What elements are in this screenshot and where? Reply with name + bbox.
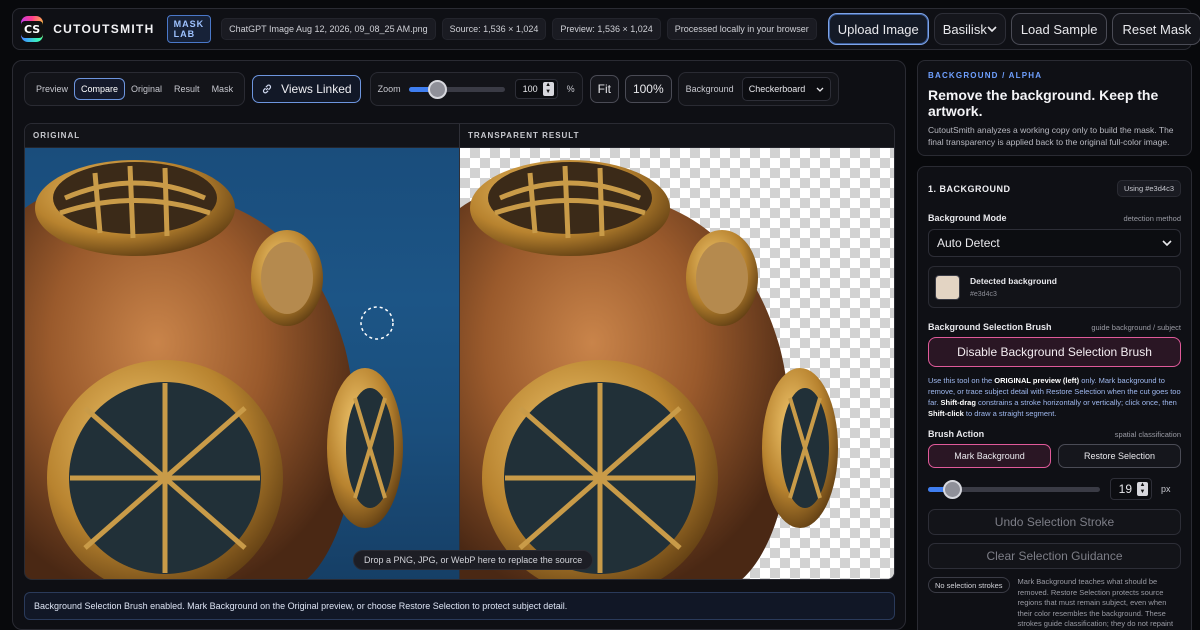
brush-size-slider-thumb[interactable] [943, 479, 963, 499]
load-sample-button[interactable]: Load Sample [1010, 13, 1108, 45]
background-mode-value: Auto Detect [937, 236, 1000, 250]
intro-card: BACKGROUND / ALPHA Remove the background… [917, 60, 1192, 156]
top-bar: CS CUTOUTSMITH MASK LAB ChatGPT Image Au… [12, 8, 1200, 50]
filename-chip: ChatGPT Image Aug 12, 2026, 09_08_25 AM.… [221, 18, 436, 40]
source-size-chip: Source: 1,536 × 1,024 [441, 18, 547, 40]
mark-background-button[interactable]: Mark Background [928, 444, 1051, 468]
views-linked-toggle[interactable]: Views Linked [252, 75, 361, 103]
zoom-control: Zoom 100 ▲ ▼ % [369, 72, 583, 106]
background-mode-select[interactable]: Auto Detect [928, 229, 1181, 257]
view-mode-result[interactable]: Result [168, 79, 206, 99]
brush-cursor [360, 306, 394, 340]
app-logo: CS [21, 16, 44, 42]
help-bold-2: Shift-drag [940, 398, 976, 407]
chevron-down-icon [816, 87, 824, 92]
view-mode-original[interactable]: Original [125, 79, 168, 99]
zoom-value: 100 [522, 84, 538, 94]
detected-background-card: Detected background #e3d4c3 [928, 266, 1181, 308]
zoom-label: Zoom [377, 84, 401, 94]
help-bold-3: Shift-click [928, 409, 964, 418]
background-mode-hint: detection method [1123, 213, 1181, 223]
logo-text: CS [21, 20, 44, 38]
link-icon [263, 84, 272, 94]
status-message: Background Selection Brush enabled. Mark… [24, 592, 895, 620]
view-mode-preview[interactable]: Preview [30, 79, 74, 99]
clear-selection-guidance-button[interactable]: Clear Selection Guidance [928, 543, 1181, 569]
views-linked-label: Views Linked [281, 82, 352, 96]
chevron-down-icon [1162, 240, 1172, 246]
brush-explanation-note: Mark Background teaches what should be r… [1017, 577, 1174, 630]
background-control: Background Checkerboard [677, 72, 839, 106]
drop-hint: Drop a PNG, JPG, or WebP here to replace… [353, 550, 594, 570]
model-select-value: Basilisk [942, 21, 987, 37]
background-select-value: Checkerboard [748, 84, 806, 94]
brush-size-unit: px [1161, 484, 1171, 494]
main-workspace: Preview Compare Original Result Mask Vie… [12, 60, 906, 630]
help-bold-1: ORIGINAL preview (left) [994, 376, 1080, 385]
fit-button[interactable]: Fit [589, 75, 619, 103]
intro-description: CutoutSmith analyzes a working copy only… [928, 125, 1174, 147]
intro-eyebrow: BACKGROUND / ALPHA [928, 71, 1043, 80]
intro-title: Remove the background. Keep the artwork. [928, 87, 1159, 119]
brush-size-control: 19 ▲ ▼ px [928, 478, 1181, 500]
brush-size-stepper-icon[interactable]: ▲ ▼ [1137, 482, 1148, 496]
background-select[interactable]: Checkerboard [741, 77, 831, 101]
diving-helmet-cutout [460, 160, 838, 579]
upload-image-button[interactable]: Upload Image [827, 13, 929, 45]
original-preview[interactable] [25, 148, 459, 579]
disable-selection-brush-button[interactable]: Disable Background Selection Brush [928, 337, 1181, 367]
reset-mask-button[interactable]: Reset Mask [1112, 13, 1200, 45]
detected-color-swatch [935, 274, 960, 300]
preview-size-chip: Preview: 1,536 × 1,024 [552, 18, 661, 40]
brush-size-value: 19 [1118, 482, 1132, 496]
brush-action-hint: spatial classification [1114, 429, 1181, 439]
zoom-stepper-icon[interactable]: ▲ ▼ [542, 82, 554, 96]
diving-helmet-image [25, 160, 403, 579]
result-pane-title: TRANSPARENT RESULT [460, 124, 894, 148]
background-label: Background [685, 84, 734, 94]
background-mode-label: Background Mode [928, 213, 1007, 223]
chevron-down-icon [987, 26, 997, 32]
processing-chip: Processed locally in your browser [666, 18, 817, 40]
view-mode-switch: Preview Compare Original Result Mask [24, 72, 246, 106]
result-preview[interactable] [460, 148, 894, 579]
help-text-4: to draw a straight segment. [963, 409, 1057, 418]
zoom-100-button[interactable]: 100% [624, 75, 672, 103]
selection-brush-hint: guide background / subject [1091, 322, 1181, 332]
compare-view: ORIGINAL TRANSPARENT RESULT Drop a PNG, … [24, 123, 895, 580]
restore-selection-button[interactable]: Restore Selection [1058, 444, 1181, 468]
help-text-3: constrains a stroke horizontally or vert… [975, 398, 1177, 407]
help-text-1: Use this tool on the [928, 376, 995, 385]
using-color-pill: Using #e3d4c3 [1116, 180, 1181, 197]
zoom-slider[interactable] [408, 79, 505, 99]
section-title: 1. BACKGROUND [928, 183, 1011, 194]
view-mode-compare[interactable]: Compare [74, 78, 126, 100]
brand-name: CUTOUTSMITH [53, 22, 155, 36]
model-select[interactable]: Basilisk [933, 13, 1006, 45]
app-root: CS CUTOUTSMITH MASK LAB ChatGPT Image Au… [0, 0, 1200, 630]
brush-help-text: Use this tool on the ORIGINAL preview (l… [928, 375, 1181, 419]
detected-background-hex: #e3d4c3 [970, 291, 997, 298]
zoom-input[interactable]: 100 ▲ ▼ [514, 79, 558, 99]
brush-size-slider[interactable] [928, 479, 1100, 499]
mask-lab-badge: MASK LAB [166, 15, 212, 43]
background-settings-panel: 1. BACKGROUND Using #e3d4c3 Background M… [917, 166, 1192, 630]
selection-brush-label: Background Selection Brush [928, 322, 1052, 332]
brush-size-input[interactable]: 19 ▲ ▼ [1110, 478, 1152, 500]
selection-strokes-badge: No selection strokes [928, 577, 1010, 593]
zoom-unit: % [566, 84, 575, 94]
detected-background-title: Detected background [970, 276, 1057, 286]
undo-selection-stroke-button[interactable]: Undo Selection Stroke [928, 509, 1181, 535]
brush-action-label: Brush Action [928, 429, 985, 439]
view-toolbar: Preview Compare Original Result Mask Vie… [24, 72, 894, 106]
original-pane-title: ORIGINAL [25, 124, 459, 148]
zoom-slider-thumb[interactable] [428, 79, 448, 99]
view-mode-mask[interactable]: Mask [206, 79, 240, 99]
